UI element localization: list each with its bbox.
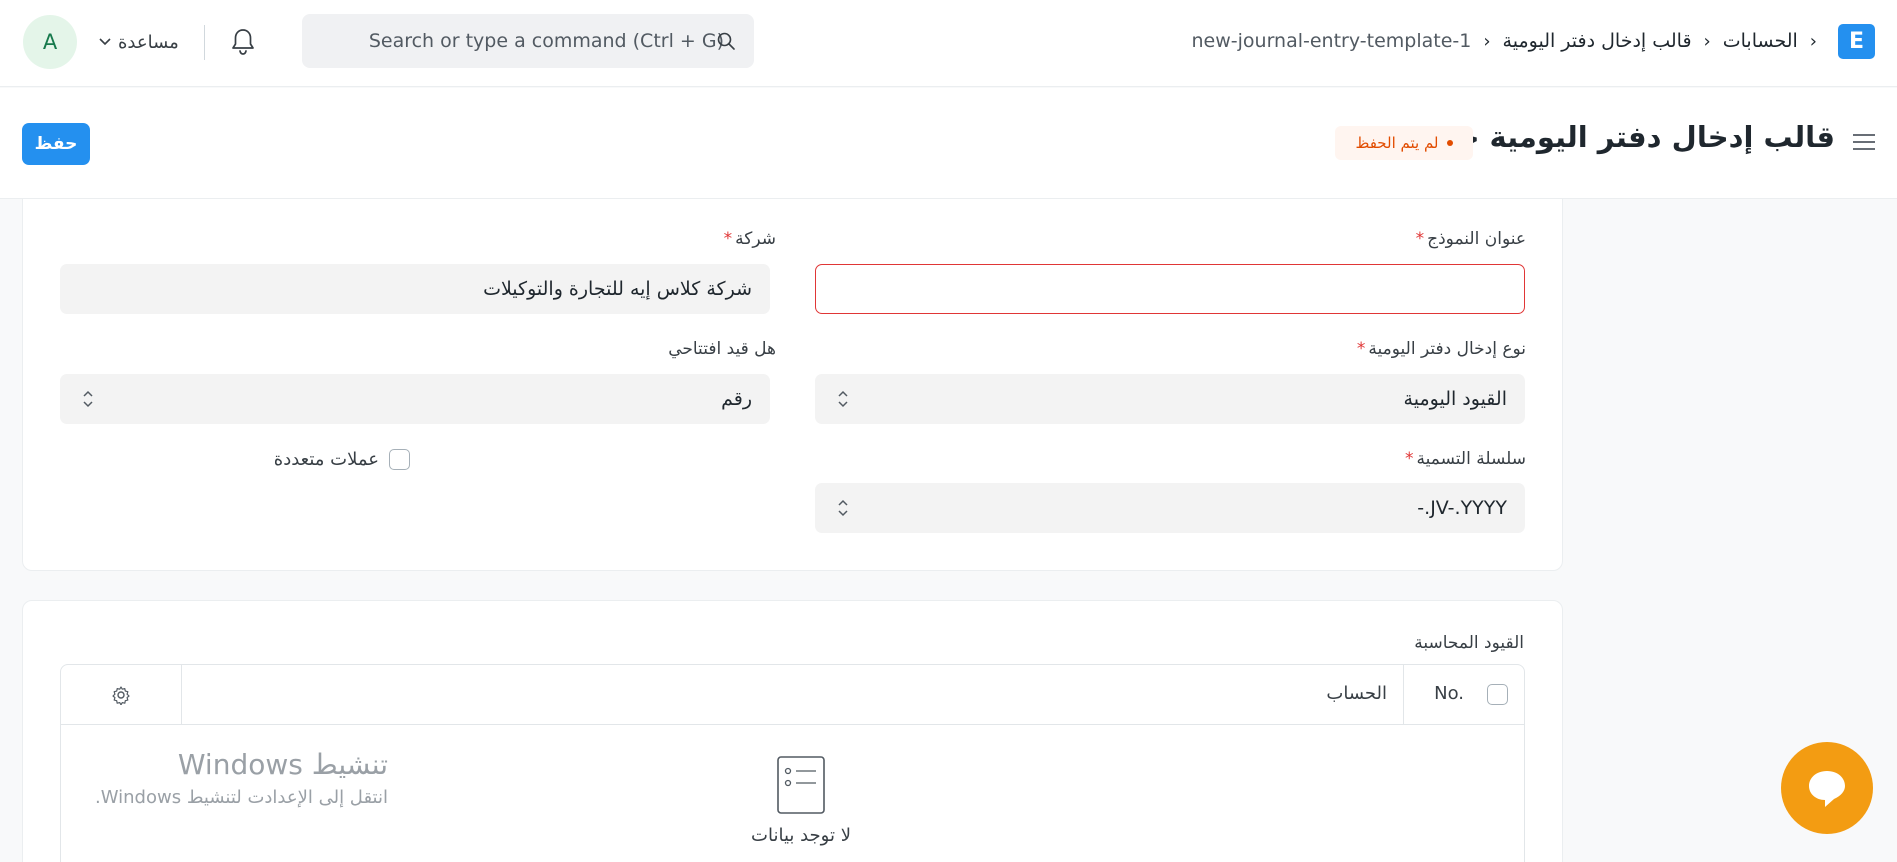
navbar: E › الحسابات › قالب إدخال دفتر اليومية ›… <box>0 0 1897 87</box>
entry-type-select[interactable]: القيود اليومية <box>815 374 1525 424</box>
select-arrows-icon <box>838 390 848 408</box>
is-opening-select[interactable]: رقم <box>60 374 770 424</box>
notification-bell-icon[interactable] <box>229 27 257 57</box>
watermark-title: تنشيط Windows <box>177 748 388 781</box>
watermark-subtitle: انتقل إلى الإعدادت لتنشيط Windows. <box>95 787 388 808</box>
breadcrumb-current: new-journal-entry-template-1 <box>1191 30 1472 52</box>
search-input[interactable] <box>354 14 724 68</box>
sidebar-toggle-icon[interactable] <box>1851 130 1877 154</box>
form-section-details: عنوان النموذج* شركة* شركة كلاس إيه للتجا… <box>22 198 1563 571</box>
naming-series-select[interactable]: -.JV-.YYYY <box>815 483 1525 533</box>
chat-button[interactable] <box>1781 742 1873 834</box>
app-logo[interactable]: E <box>1838 24 1875 59</box>
help-label: مساعدة <box>118 31 179 53</box>
multi-currency-checkbox[interactable] <box>389 449 410 470</box>
gear-icon[interactable] <box>111 685 131 705</box>
template-title-label: عنوان النموذج* <box>1415 229 1526 249</box>
avatar[interactable]: A <box>23 15 77 69</box>
table-header: No. الحساب <box>61 665 1524 725</box>
breadcrumb-separator: › <box>1809 30 1817 52</box>
search-bar[interactable] <box>302 14 754 68</box>
chevron-down-icon <box>99 38 111 46</box>
template-title-field[interactable] <box>815 264 1525 314</box>
help-dropdown[interactable]: مساعدة <box>98 28 179 56</box>
column-header-account: الحساب <box>1326 683 1387 704</box>
company-label: شركة* <box>723 229 776 249</box>
accounts-table-label: القيود المحاسبة <box>1414 633 1524 653</box>
is-opening-label: هل قيد افتتاحي <box>668 339 776 359</box>
company-field[interactable]: شركة كلاس إيه للتجارة والتوكيلات <box>60 264 770 314</box>
windows-activation-watermark: تنشيط Windows انتقل إلى الإعدادت لتنشيط … <box>95 748 388 808</box>
status-badge: لم يتم الحفظ <box>1335 126 1473 160</box>
empty-state-text: لا توجد بيانات <box>751 825 851 846</box>
chat-bubble-icon <box>1809 771 1845 807</box>
navbar-divider <box>204 25 205 60</box>
status-dot <box>1446 140 1453 146</box>
empty-state: لا توجد بيانات <box>741 755 861 846</box>
empty-list-icon <box>777 756 825 814</box>
breadcrumb-accounts[interactable]: الحسابات <box>1723 30 1798 52</box>
naming-series-label: سلسلة التسمية* <box>1405 449 1526 469</box>
page-head: قالب إدخال دفتر اليومية جديد لم يتم الحف… <box>0 88 1897 199</box>
select-arrows-icon <box>838 499 848 517</box>
breadcrumb-journal-entry-template[interactable]: قالب إدخال دفتر اليومية <box>1503 30 1692 52</box>
search-icon <box>717 32 735 50</box>
multi-currency-label: عملات متعددة <box>273 449 379 470</box>
form-section-accounts: القيود المحاسبة No. الحساب لا توجد بيانا… <box>22 600 1563 862</box>
breadcrumb-separator: › <box>1703 30 1711 52</box>
page-title: قالب إدخال دفتر اليومية جديد <box>1414 120 1835 154</box>
status-text: لم يتم الحفظ <box>1355 134 1439 152</box>
multi-currency-row[interactable]: عملات متعددة <box>274 449 410 470</box>
entry-type-label: نوع إدخال دفتر اليومية* <box>1356 339 1526 359</box>
save-button[interactable]: حفظ <box>22 123 90 165</box>
column-divider <box>181 665 182 725</box>
breadcrumb-separator: › <box>1483 30 1491 52</box>
column-header-no: No. <box>1434 683 1464 704</box>
select-arrows-icon <box>83 390 93 408</box>
select-all-checkbox[interactable] <box>1487 684 1508 705</box>
column-divider <box>1403 665 1404 725</box>
breadcrumb: › الحسابات › قالب إدخال دفتر اليومية › n… <box>1192 26 1818 56</box>
